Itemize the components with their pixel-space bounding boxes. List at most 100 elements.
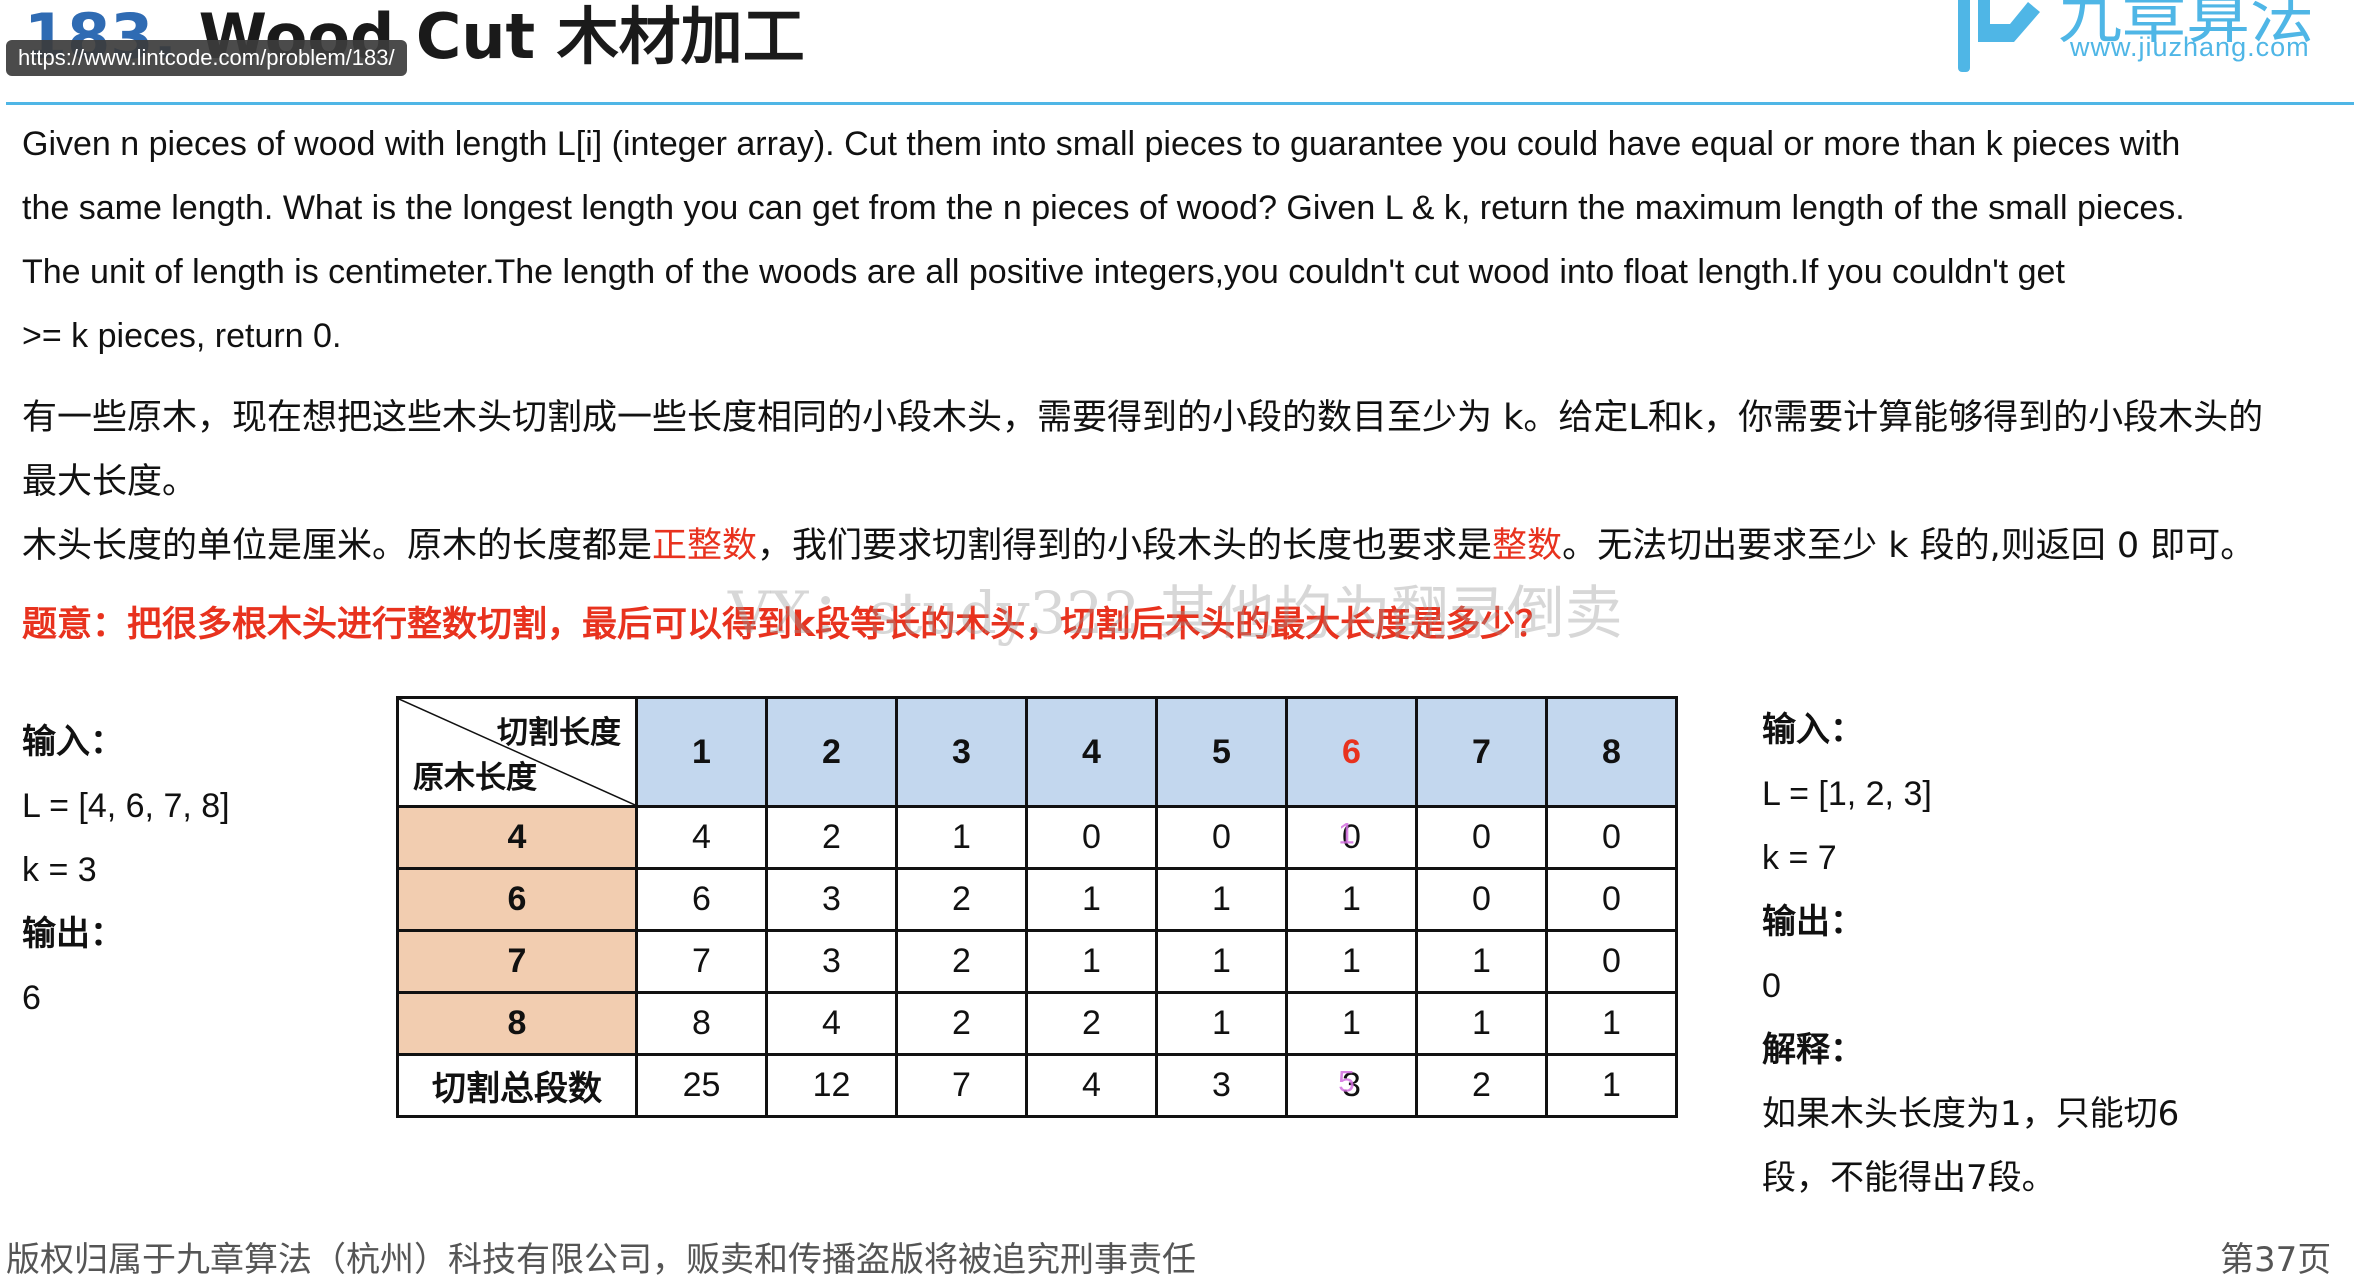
table-cell: 0	[1545, 929, 1678, 994]
table-row: 6 6 3 2 1 1 1 0 0	[396, 867, 1678, 932]
example2-output-label: 输出：	[1762, 902, 1864, 942]
highlight-integer: 整数	[1492, 526, 1563, 566]
table-header-row: 切割长度 原木长度 1 2 3 4 5 6 7 8	[396, 696, 1678, 808]
total-cell: 53	[1285, 1053, 1418, 1118]
example1-k: k = 3	[22, 851, 97, 889]
example2-output: 0	[1762, 967, 1781, 1005]
row-header: 6	[396, 867, 638, 932]
table-cell: 8	[635, 991, 768, 1056]
example1-output: 6	[22, 979, 41, 1017]
total-cell: 4	[1025, 1053, 1158, 1118]
table-cell: 0	[1545, 805, 1678, 870]
example1-output-label: 输出：	[22, 914, 124, 954]
total-cell: 3	[1155, 1053, 1288, 1118]
example2-explain-label: 解释：	[1762, 1030, 1864, 1070]
desc-cn-text: 木头长度的单位是厘米。原木的长度都是	[22, 526, 653, 566]
title-cn: 木材加工	[556, 0, 805, 73]
desc-en-line: Given n pieces of wood with length L[i] …	[22, 125, 2181, 163]
table-cell: 2	[765, 805, 898, 870]
table-cell: 4	[765, 991, 898, 1056]
example-1: 输入： L = [4, 6, 7, 8] k = 3 输出： 6	[22, 710, 230, 1030]
col-header: 2	[765, 696, 898, 808]
total-cell: 1	[1545, 1053, 1678, 1118]
example1-input-label: 输入：	[22, 722, 124, 762]
table-cell: 1	[1415, 991, 1548, 1056]
logo-mark-icon	[1978, 0, 2040, 42]
table-cell: 0	[1415, 867, 1548, 932]
table-cell: 6	[635, 867, 768, 932]
table-cell: 1	[1025, 867, 1158, 932]
desc-cn-text: 。无法切出要求至少 k 段的,则返回 0 即可。	[1562, 526, 2256, 566]
table-row: 4 4 2 1 0 0 10 0 0	[396, 805, 1678, 870]
table-cell: 1	[1025, 929, 1158, 994]
total-cell: 2	[1415, 1053, 1548, 1118]
table-cell: 10	[1285, 805, 1418, 870]
table-cell: 1	[895, 805, 1028, 870]
example2-L: L = [1, 2, 3]	[1762, 775, 1932, 813]
table-row: 7 7 3 2 1 1 1 1 0	[396, 929, 1678, 994]
table-corner: 切割长度 原木长度	[396, 696, 638, 808]
corner-label-cut-length: 切割长度	[497, 715, 621, 751]
col-header: 7	[1415, 696, 1548, 808]
total-cell: 7	[895, 1053, 1028, 1118]
col-header: 3	[895, 696, 1028, 808]
col-header-highlight: 6	[1285, 696, 1418, 808]
table-row: 8 8 4 2 2 1 1 1 1	[396, 991, 1678, 1056]
annotation-mark: 5	[1338, 1065, 1355, 1099]
annotation-mark: 1	[1338, 817, 1355, 851]
example1-L: L = [4, 6, 7, 8]	[22, 787, 230, 825]
table-cell: 3	[765, 867, 898, 932]
example-2: 输入： L = [1, 2, 3] k = 7 输出： 0 解释： 如果木头长度…	[1762, 698, 2179, 1210]
highlight-positive-integer: 正整数	[652, 526, 758, 566]
table-cell: 1	[1155, 929, 1288, 994]
table-cell: 0	[1415, 805, 1548, 870]
desc-cn-line: 有一些原木，现在想把这些木头切割成一些长度相同的小段木头，需要得到的小段的数目至…	[22, 398, 2264, 438]
desc-en-line: the same length. What is the longest len…	[22, 189, 2185, 227]
desc-cn-line: 最大长度。	[22, 462, 198, 502]
table-cell: 1	[1285, 991, 1418, 1056]
table-cell: 1	[1155, 991, 1288, 1056]
table-cell: 1	[1415, 929, 1548, 994]
desc-cn-text: ，我们要求切割得到的小段木头的长度也要求是	[757, 526, 1493, 566]
logo-text-en: www.jiuzhang.com	[2070, 32, 2310, 62]
table-cell: 1	[1285, 929, 1418, 994]
example2-explain-line: 如果木头长度为1，只能切6	[1762, 1094, 2180, 1134]
table-cell: 2	[895, 991, 1028, 1056]
logo-bar-icon	[1958, 0, 1970, 72]
col-header: 5	[1155, 696, 1288, 808]
table-total-row: 切割总段数 25 12 7 4 3 53 2 1	[396, 1053, 1678, 1118]
header-divider	[6, 102, 2354, 105]
example2-input-label: 输入：	[1762, 710, 1864, 750]
example2-explain-line: 段，不能得出7段。	[1762, 1158, 2056, 1198]
page-number: 第37页	[2220, 1240, 2332, 1280]
table-cell: 2	[1025, 991, 1158, 1056]
table-cell: 0	[1545, 867, 1678, 932]
url-tooltip[interactable]: https://www.lintcode.com/problem/183/	[6, 40, 407, 76]
table-cell: 4	[635, 805, 768, 870]
copyright-notice: 版权归属于九章算法（杭州）科技有限公司，贩卖和传播盗版将被追究刑事责任	[6, 1240, 1196, 1280]
table-cell: 0	[1025, 805, 1158, 870]
total-row-header: 切割总段数	[396, 1053, 638, 1118]
description-cn: 有一些原木，现在想把这些木头切割成一些长度相同的小段木头，需要得到的小段的数目至…	[22, 386, 2342, 578]
table-cell: 3	[765, 929, 898, 994]
row-header: 7	[396, 929, 638, 994]
table-cell: 2	[895, 929, 1028, 994]
table-cell: 1	[1155, 867, 1288, 932]
corner-label-wood-length: 原木长度	[413, 760, 537, 796]
watermark: VX：study322 其他均为翻录倒卖	[728, 579, 1623, 647]
total-cell: 12	[765, 1053, 898, 1118]
cut-table: 切割长度 原木长度 1 2 3 4 5 6 7 8 4 4 2 1 0 0 10…	[396, 696, 1678, 1118]
table-cell: 2	[895, 867, 1028, 932]
description-en: Given n pieces of wood with length L[i] …	[22, 112, 2342, 368]
total-cell: 25	[635, 1053, 768, 1118]
jiuzhang-logo: 九章算法 www.jiuzhang.com	[1940, 0, 2360, 82]
table-cell: 1	[1545, 991, 1678, 1056]
desc-en-line: The unit of length is centimeter.The len…	[22, 253, 2065, 291]
table-cell: 7	[635, 929, 768, 994]
desc-en-line: >= k pieces, return 0.	[22, 317, 342, 355]
row-header: 4	[396, 805, 638, 870]
example2-k: k = 7	[1762, 839, 1837, 877]
col-header: 8	[1545, 696, 1678, 808]
row-header: 8	[396, 991, 638, 1056]
col-header: 4	[1025, 696, 1158, 808]
